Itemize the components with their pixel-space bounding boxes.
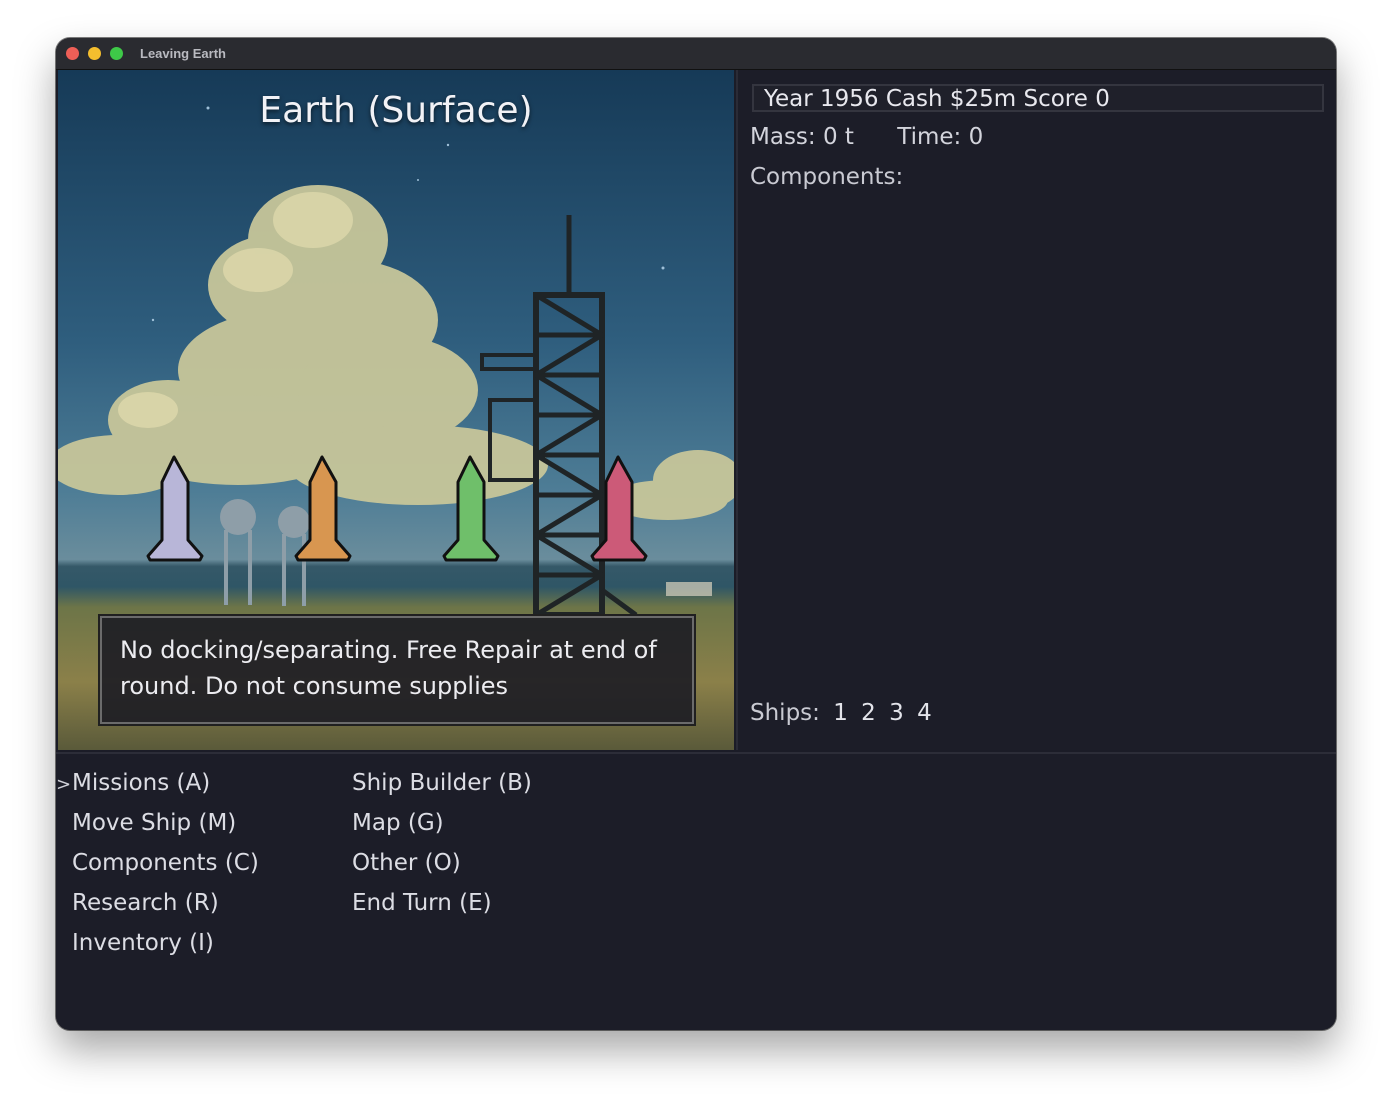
components-label: Components: <box>750 164 904 190</box>
location-scene: Earth (Surface) No docking/separating. F… <box>58 70 734 750</box>
game-status-bar: Year 1956 Cash $25m Score 0 <box>752 84 1324 112</box>
ship-status-panel: Year 1956 Cash $25m Score 0 Mass: 0 t Ti… <box>736 70 1336 750</box>
time-readout: Time: 0 <box>897 124 984 150</box>
menu-map[interactable]: Map (G) <box>352 810 444 836</box>
menu-inventory[interactable]: Inventory (I) <box>72 930 214 956</box>
ship-3-button[interactable]: 3 <box>889 700 904 726</box>
ships-label: Ships: <box>750 700 820 726</box>
ship-stats: Mass: 0 t Time: 0 <box>750 124 1019 150</box>
minimize-window-button[interactable] <box>88 47 101 60</box>
ship-4-button[interactable]: 4 <box>917 700 932 726</box>
zoom-window-button[interactable] <box>110 47 123 60</box>
window-title: Leaving Earth <box>140 46 226 61</box>
menu-cursor: > <box>56 774 72 795</box>
ships-selector: Ships: 1 2 3 4 <box>750 700 932 726</box>
action-menu: > Missions (A) Move Ship (M) Components … <box>56 752 1336 1030</box>
ship-2-button[interactable]: 2 <box>861 700 876 726</box>
menu-other[interactable]: Other (O) <box>352 850 461 876</box>
menu-end-turn[interactable]: End Turn (E) <box>352 890 492 916</box>
close-window-button[interactable] <box>66 47 79 60</box>
menu-move-ship[interactable]: Move Ship (M) <box>72 810 236 836</box>
menu-missions[interactable]: Missions (A) <box>72 770 210 796</box>
ship-1-button[interactable]: 1 <box>833 700 848 726</box>
location-rules-box: No docking/separating. Free Repair at en… <box>100 616 694 724</box>
app-window: Leaving Earth Earth (Surface) No docking… <box>56 38 1336 1030</box>
location-title: Earth (Surface) <box>259 90 533 131</box>
title-bar: Leaving Earth <box>56 38 1336 70</box>
menu-components[interactable]: Components (C) <box>72 850 259 876</box>
menu-research[interactable]: Research (R) <box>72 890 219 916</box>
mass-readout: Mass: 0 t <box>750 124 854 150</box>
menu-ship-builder[interactable]: Ship Builder (B) <box>352 770 532 796</box>
